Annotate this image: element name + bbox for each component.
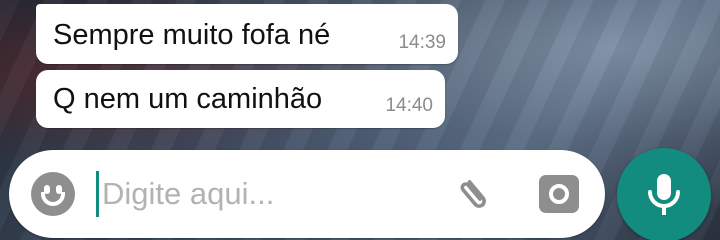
message-timestamp: 14:40 [385, 95, 433, 116]
message-bubble[interactable]: Sempre muito fofa né 14:39 [36, 4, 458, 64]
message-text: Q nem um caminhão [53, 83, 323, 115]
camera-lens [549, 184, 569, 204]
message-timestamp: 14:39 [398, 32, 446, 53]
emoji-mouth [41, 192, 65, 206]
text-cursor [96, 171, 99, 217]
microphone-icon[interactable] [617, 148, 711, 240]
message-composer [9, 150, 605, 238]
message-bubble[interactable]: Q nem um caminhão 14:40 [36, 70, 445, 128]
paperclip-icon[interactable] [451, 172, 497, 218]
camera-icon[interactable] [539, 175, 579, 213]
emoji-icon[interactable] [31, 172, 75, 216]
message-text: Sempre muito fofa né [53, 19, 331, 51]
message-input[interactable] [102, 172, 432, 216]
